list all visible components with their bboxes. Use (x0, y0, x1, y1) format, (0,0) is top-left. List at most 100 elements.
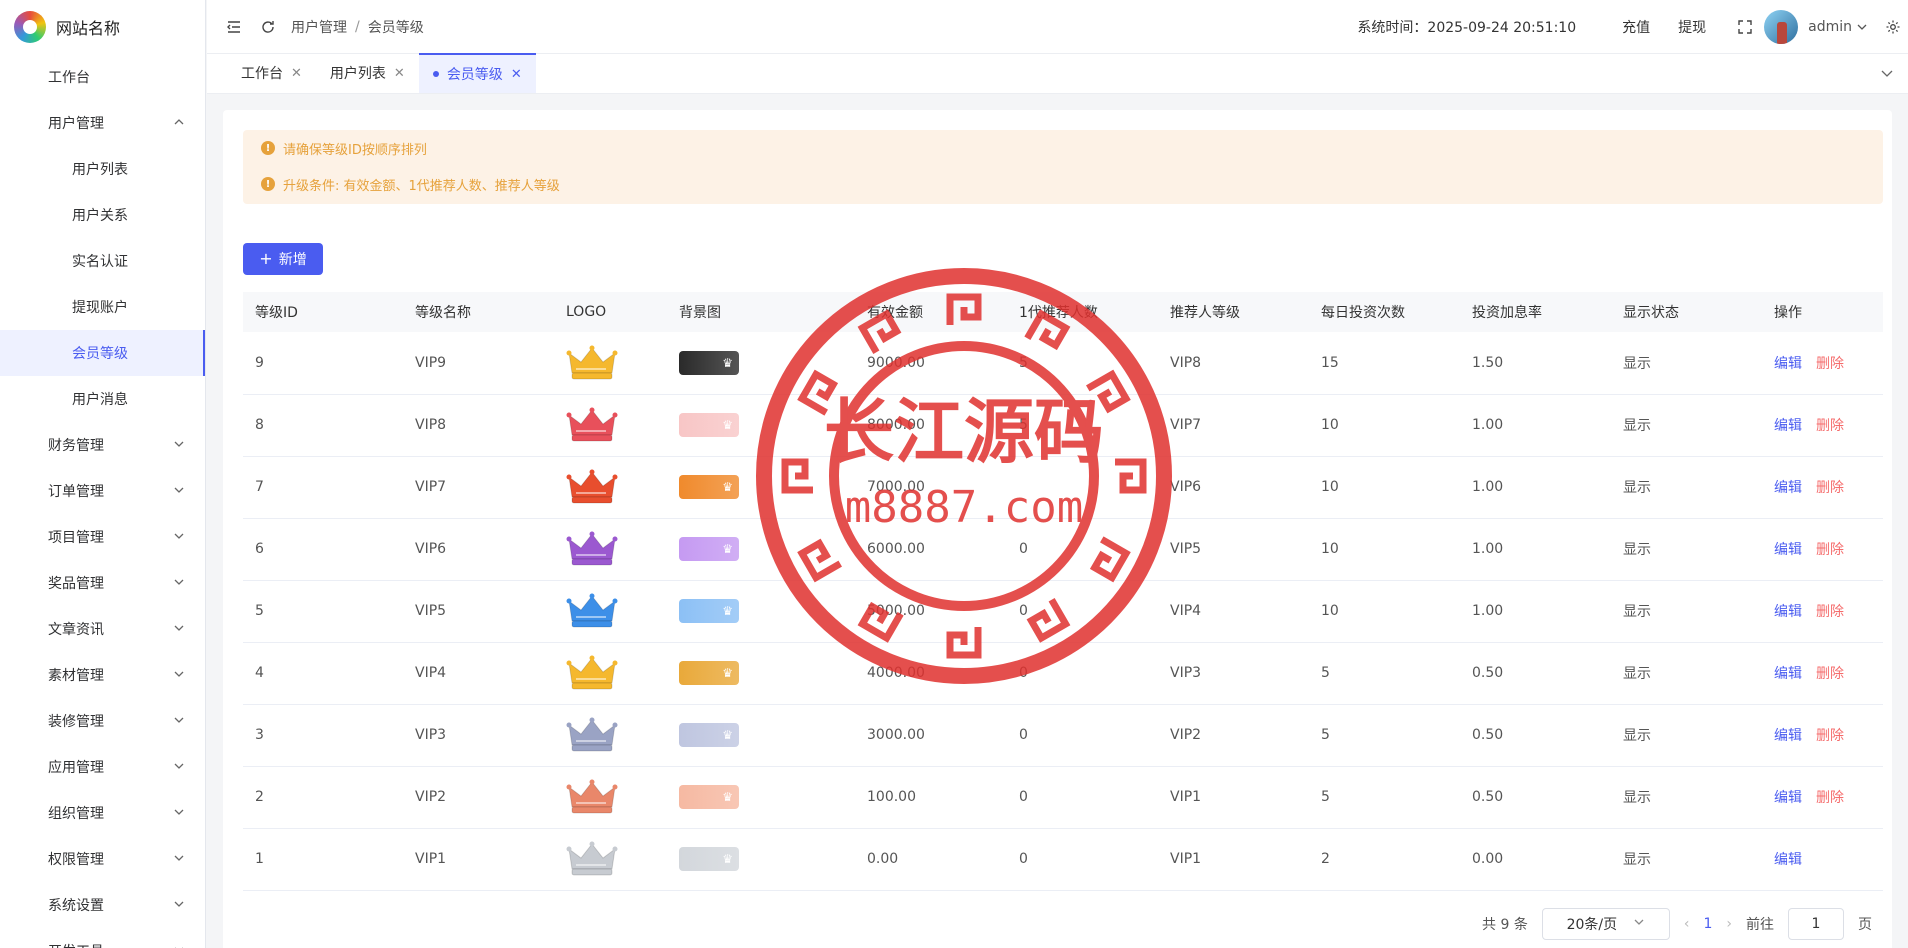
goto-page-input[interactable]: 1 (1788, 908, 1844, 940)
sidebar-item-label: 实名认证 (72, 254, 128, 270)
pagination: 共 9 条 20条/页 ‹ 1 › 前往 1 页 (1482, 908, 1872, 940)
sidebar-item-label: 工作台 (48, 70, 90, 86)
header: 用户管理 / 会员等级 系统时间：2025-09-24 20:51:10 充值 … (207, 0, 1908, 54)
edit-button[interactable]: 编辑 (1774, 666, 1802, 682)
chevron-down-icon (173, 898, 187, 912)
sidebar-item[interactable]: gear-icon 系统设置 (0, 882, 205, 928)
invest-bonus-rate: 0.50 (1460, 642, 1611, 705)
refresh-icon[interactable] (259, 18, 277, 36)
edit-button[interactable]: 编辑 (1774, 356, 1802, 372)
logo-cell (554, 518, 667, 581)
column-header: 等级ID (243, 292, 403, 332)
sidebar-item[interactable]: image-icon 素材管理 (0, 652, 205, 698)
close-icon[interactable]: ✕ (511, 67, 522, 82)
delete-button[interactable]: 删除 (1816, 604, 1844, 620)
add-button[interactable]: + 新增 (243, 243, 323, 275)
sidebar-item[interactable]: project-icon 项目管理 (0, 514, 205, 560)
actions-cell: 编辑 删除 (1762, 580, 1883, 643)
background-thumbnail: ♛ (679, 475, 739, 499)
crown-logo-icon (566, 779, 618, 814)
background-cell: ♛ (667, 704, 855, 767)
delete-button[interactable]: 删除 (1816, 728, 1844, 744)
close-icon[interactable]: ✕ (394, 66, 405, 81)
tab-member-level[interactable]: 会员等级 ✕ (418, 53, 536, 93)
sidebar-item[interactable]: decorate-icon 装修管理 (0, 698, 205, 744)
chevron-down-icon[interactable] (1856, 18, 1868, 36)
edit-button[interactable]: 编辑 (1774, 728, 1802, 744)
withdraw-link[interactable]: 提现 (1678, 17, 1706, 37)
next-page-icon[interactable]: › (1726, 916, 1732, 932)
brand-logo-icon (14, 11, 46, 43)
delete-button[interactable]: 删除 (1816, 666, 1844, 682)
sidebar-item[interactable]: user-relation-icon 用户关系 (0, 192, 205, 238)
sidebar-item[interactable]: chat-icon 用户消息 (0, 376, 205, 422)
chevron-down-icon[interactable] (1880, 66, 1894, 80)
sidebar-item-icon: chart-icon (24, 437, 40, 453)
tab-label: 会员等级 (446, 67, 503, 83)
referral-count: 0 (1007, 828, 1158, 891)
edit-button[interactable]: 编辑 (1774, 542, 1802, 558)
valid-amount: 5000.00 (855, 580, 1007, 643)
gear-icon[interactable] (1884, 18, 1902, 36)
sidebar-item[interactable]: org-icon 组织管理 (0, 790, 205, 836)
referrer-level: VIP5 (1158, 518, 1309, 581)
display-status: 显示 (1611, 580, 1762, 643)
sidebar-item[interactable]: article-icon 文章资讯 (0, 606, 205, 652)
table-row: 6 VIP6 ♛ 6000.00 0 VIP5 10 1.00 显示 编辑 删除 (243, 518, 1883, 581)
avatar[interactable] (1764, 10, 1799, 44)
logo-cell (554, 394, 667, 457)
breadcrumb-item[interactable]: 用户管理 (291, 17, 347, 37)
delete-button[interactable]: 删除 (1816, 418, 1844, 434)
fullscreen-icon[interactable] (1736, 18, 1754, 36)
active-dot-icon (432, 71, 439, 77)
invest-bonus-rate: 1.00 (1460, 580, 1611, 643)
page-number[interactable]: 1 (1703, 916, 1712, 932)
invest-bonus-rate: 0.50 (1460, 766, 1611, 829)
sidebar-item-label: 开发工具 (48, 941, 104, 948)
sidebar-item[interactable]: user-list-icon 用户列表 (0, 146, 205, 192)
edit-button[interactable]: 编辑 (1774, 790, 1802, 806)
collapse-menu-icon[interactable] (225, 18, 243, 36)
sidebar-item[interactable]: tool-icon 开发工具 (0, 928, 205, 948)
referrer-level: VIP7 (1158, 394, 1309, 457)
valid-amount: 4000.00 (855, 642, 1007, 705)
edit-button[interactable]: 编辑 (1774, 480, 1802, 496)
sidebar-item[interactable]: rocket-icon 会员等级 (0, 330, 205, 376)
sidebar-item[interactable]: permission-icon 权限管理 (0, 836, 205, 882)
delete-button[interactable]: 删除 (1816, 356, 1844, 372)
sidebar-item[interactable]: id-card-icon 实名认证 (0, 238, 205, 284)
edit-button[interactable]: 编辑 (1774, 604, 1802, 620)
sidebar-item-icon: article-icon (24, 621, 40, 637)
sidebar-item[interactable]: gift-icon 奖品管理 (0, 560, 205, 606)
sidebar-item-label: 奖品管理 (48, 576, 104, 592)
sidebar-item[interactable]: user-icon 用户管理 (0, 100, 205, 146)
delete-button[interactable]: 删除 (1816, 790, 1844, 806)
total-count: 共 9 条 (1482, 917, 1528, 933)
referral-count: 0 (1007, 580, 1158, 643)
username[interactable]: admin (1808, 19, 1852, 35)
daily-invest-times: 5 (1309, 704, 1460, 767)
tab-workbench[interactable]: 工作台 ✕ (227, 53, 316, 93)
member-level-table: 等级ID 等级名称 LOGO 背景图 有效金额 1代推荐人数 推荐人等级 每日投… (243, 292, 1883, 891)
breadcrumb: 用户管理 / 会员等级 (291, 17, 424, 37)
chevron-down-icon (1633, 916, 1645, 932)
sidebar-item[interactable]: chart-icon 财务管理 (0, 422, 205, 468)
sidebar-item[interactable]: order-icon 订单管理 (0, 468, 205, 514)
close-icon[interactable]: ✕ (291, 66, 302, 81)
column-header: 操作 (1762, 292, 1883, 332)
sidebar-item-label: 提现账户 (72, 300, 128, 316)
edit-button[interactable]: 编辑 (1774, 418, 1802, 434)
recharge-link[interactable]: 充值 (1622, 17, 1650, 37)
page-size-select[interactable]: 20条/页 (1541, 908, 1670, 940)
sidebar-item-label: 用户消息 (72, 392, 128, 408)
delete-button[interactable]: 删除 (1816, 480, 1844, 496)
sidebar-item[interactable]: app-icon 应用管理 (0, 744, 205, 790)
sidebar-item[interactable]: folder-icon 提现账户 (0, 284, 205, 330)
tab-user-list[interactable]: 用户列表 ✕ (316, 53, 419, 93)
sidebar-item[interactable]: monitor-icon 工作台 (0, 54, 205, 100)
page-size-value: 20条/页 (1566, 917, 1618, 933)
edit-button[interactable]: 编辑 (1774, 852, 1802, 868)
delete-button[interactable]: 删除 (1816, 542, 1844, 558)
crown-mini-icon: ♛ (722, 790, 733, 804)
prev-page-icon[interactable]: ‹ (1684, 916, 1690, 932)
